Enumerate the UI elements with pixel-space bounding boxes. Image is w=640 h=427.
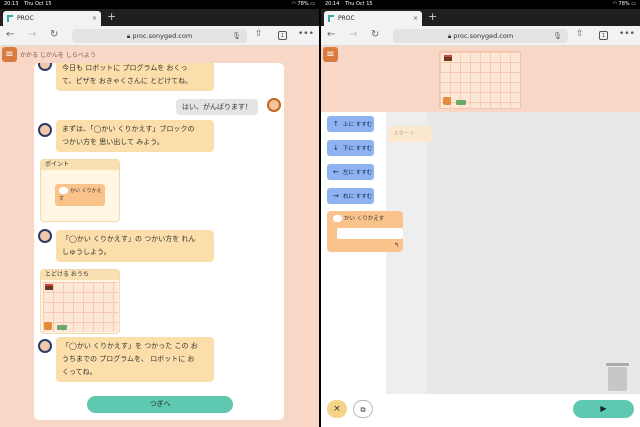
move-right-block[interactable]: → 右に すすむ bbox=[327, 188, 374, 204]
tab-count[interactable]: 1 bbox=[278, 31, 287, 40]
back-icon[interactable]: ← bbox=[327, 29, 335, 40]
message-1: 今日も ロボットに プログラムを おくっ て、ピザを おきゃくさんに とどけてね… bbox=[56, 63, 214, 91]
loop-arrow-icon: ↰ bbox=[393, 242, 399, 249]
close-tab-icon[interactable]: × bbox=[92, 11, 97, 26]
mic-icon[interactable]: 🎙︎ bbox=[553, 29, 562, 43]
teacher-avatar bbox=[38, 339, 52, 353]
workspace[interactable] bbox=[427, 112, 640, 394]
bottom-bar: × ⧉ ▶ bbox=[321, 394, 640, 427]
lock-icon: 🔒︎ bbox=[126, 32, 131, 40]
teacher-avatar bbox=[38, 229, 52, 243]
conversation-card: 今日も ロボットに プログラムを おくっ て、ピザを おきゃくさんに とどけてね… bbox=[34, 63, 284, 420]
address-bar[interactable]: 🔒︎ proc.sonyged.com 🎙︎ bbox=[72, 29, 247, 43]
wifi-icon: ◠ bbox=[291, 1, 296, 7]
status-date: Thu Oct 15 bbox=[345, 1, 373, 7]
arrow-right-icon: → bbox=[333, 192, 339, 200]
message-4: 「◯かい くりかえす」を つかった この お うちまでの プログラムを、 ロボッ… bbox=[56, 337, 214, 382]
point-panel: ポイント かい くりかえす bbox=[40, 159, 120, 222]
wifi-icon: ◠ bbox=[612, 1, 617, 7]
robot-icon bbox=[443, 97, 451, 105]
repeat-block-slot bbox=[337, 228, 403, 239]
tab-title: PROC bbox=[338, 15, 355, 22]
more-icon[interactable]: ••• bbox=[619, 29, 635, 39]
new-tab-icon[interactable]: + bbox=[107, 10, 116, 23]
lock-icon: 🔒︎ bbox=[447, 32, 452, 40]
arrow-left-icon: ← bbox=[333, 168, 339, 176]
favicon-icon bbox=[328, 15, 334, 22]
tab-bar: PROC × + bbox=[321, 9, 640, 26]
battery-icon: ▭ bbox=[631, 1, 636, 7]
share-icon[interactable]: ⇧ bbox=[576, 29, 584, 39]
move-left-block[interactable]: ← 左に すすむ bbox=[327, 164, 374, 180]
more-icon[interactable]: ••• bbox=[298, 29, 314, 39]
favicon-icon bbox=[7, 15, 13, 22]
move-up-block[interactable]: ↑ 上に すすむ bbox=[327, 116, 374, 132]
next-button[interactable]: つぎへ bbox=[87, 396, 233, 413]
teacher-avatar bbox=[38, 123, 52, 137]
point-title: ポイント bbox=[41, 160, 119, 170]
tab-count[interactable]: 1 bbox=[599, 31, 608, 40]
browser-tab[interactable]: PROC × bbox=[324, 11, 422, 26]
status-date: Thu Oct 15 bbox=[24, 1, 52, 7]
teacher-avatar bbox=[38, 63, 52, 71]
move-down-block[interactable]: ↓ 下に すすむ bbox=[327, 140, 374, 156]
forward-icon[interactable]: → bbox=[349, 29, 357, 40]
browser-tab[interactable]: PROC × bbox=[3, 11, 101, 26]
play-button[interactable]: ▶ bbox=[573, 400, 634, 418]
message-2: まずは、「◯かい くりかえす」ブロックの つかい方を 思い出して みよう。 bbox=[56, 120, 214, 152]
new-tab-icon[interactable]: + bbox=[428, 10, 437, 23]
right-pane: 20:14 Thu Oct 15 ◠ 78% ▭ PROC × + ← → ↻ … bbox=[321, 0, 640, 427]
hamburger-menu-icon[interactable]: ≡ bbox=[323, 47, 338, 62]
point-loop-block: かい くりかえす bbox=[55, 184, 105, 206]
url-text: proc.sonyged.com bbox=[453, 32, 514, 40]
house-title: とどける おうち bbox=[41, 270, 119, 280]
robot-icon bbox=[44, 322, 52, 330]
copy-icon[interactable]: ⧉ bbox=[353, 400, 373, 418]
reload-icon[interactable]: ↻ bbox=[371, 29, 379, 40]
house-icon bbox=[45, 284, 53, 290]
close-icon[interactable]: × bbox=[327, 400, 347, 418]
status-time: 20:14 bbox=[325, 1, 340, 7]
battery-level: 78% bbox=[618, 1, 630, 7]
address-bar[interactable]: 🔒︎ proc.sonyged.com 🎙︎ bbox=[393, 29, 568, 43]
user-reply: はい、がんばります！ bbox=[176, 99, 258, 115]
share-icon[interactable]: ⇧ bbox=[255, 29, 263, 39]
palette-edge bbox=[386, 112, 427, 394]
close-tab-icon[interactable]: × bbox=[413, 11, 418, 26]
stage-grid bbox=[439, 51, 521, 109]
house-panel: とどける おうち bbox=[40, 269, 120, 334]
tab-bar: PROC × + bbox=[0, 9, 319, 26]
battery-icon: ▭ bbox=[310, 1, 315, 7]
message-3: 「◯かい くりかえす」の つかい方を れん しゅうしよう。 bbox=[56, 230, 214, 262]
reload-icon[interactable]: ↻ bbox=[50, 29, 58, 40]
repeat-block[interactable]: かい くりかえす ↰ bbox=[327, 211, 403, 252]
house-icon bbox=[444, 55, 452, 61]
status-bar: 20:13 Thu Oct 15 ◠ 78% ▭ bbox=[0, 0, 319, 9]
start-block[interactable]: スタート bbox=[388, 126, 432, 142]
user-avatar bbox=[267, 98, 281, 112]
forward-icon[interactable]: → bbox=[28, 29, 36, 40]
arrow-down-icon: ↓ bbox=[333, 144, 339, 152]
count-slot[interactable] bbox=[333, 215, 342, 222]
count-slot bbox=[59, 187, 68, 194]
browser-toolbar: ← → ↻ 🔒︎ proc.sonyged.com 🎙︎ ⇧ 1 ••• bbox=[0, 26, 319, 46]
back-icon[interactable]: ← bbox=[6, 29, 14, 40]
arrow-up-icon: ↑ bbox=[333, 120, 339, 128]
tab-title: PROC bbox=[17, 15, 34, 22]
pizza-icon bbox=[57, 325, 67, 330]
pizza-icon bbox=[456, 100, 466, 105]
task-hint: かかる じかんを しらべよう bbox=[20, 52, 96, 59]
url-text: proc.sonyged.com bbox=[132, 32, 193, 40]
hamburger-menu-icon[interactable]: ≡ bbox=[2, 47, 17, 62]
trash-icon[interactable] bbox=[606, 363, 629, 391]
status-time: 20:13 bbox=[4, 1, 19, 7]
mini-grid bbox=[43, 282, 118, 332]
browser-toolbar: ← → ↻ 🔒︎ proc.sonyged.com 🎙︎ ⇧ 1 ••• bbox=[321, 26, 640, 46]
battery-level: 78% bbox=[297, 1, 309, 7]
mic-icon[interactable]: 🎙︎ bbox=[232, 29, 241, 43]
status-bar: 20:14 Thu Oct 15 ◠ 78% ▭ bbox=[321, 0, 640, 9]
left-pane: 20:13 Thu Oct 15 ◠ 78% ▭ PROC × + ← → ↻ … bbox=[0, 0, 319, 427]
